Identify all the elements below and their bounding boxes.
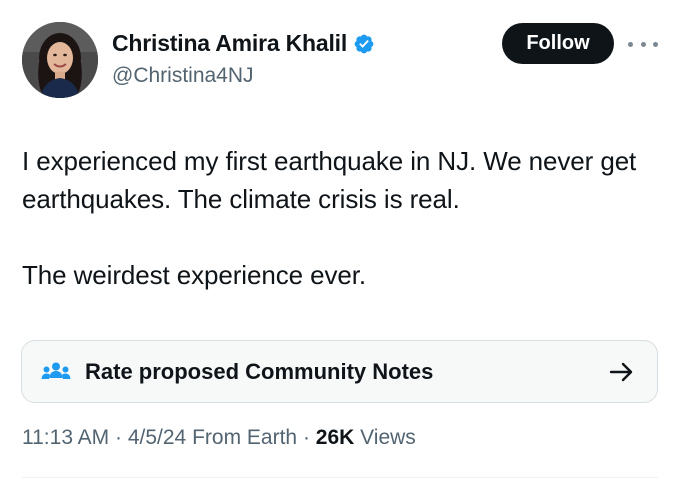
dot-icon (640, 41, 646, 47)
dot-icon (653, 41, 658, 47)
tweet-card: Christina Amira Khalil @Christina4NJ Fol… (0, 0, 680, 483)
author-name-row: Christina Amira Khalil (112, 30, 375, 57)
tweet-time[interactable]: 11:13 AM (22, 426, 109, 449)
more-horizontal-icon[interactable] (628, 36, 658, 52)
community-notes-label: Rate proposed Community Notes (85, 358, 434, 384)
tweet-paragraph: The weirdest experience ever. (22, 260, 366, 290)
avatar-image (22, 22, 98, 98)
community-notes-card[interactable]: Rate proposed Community Notes (21, 340, 658, 403)
verified-badge-icon[interactable] (353, 33, 375, 55)
meta-separator: · (297, 426, 316, 449)
meta-separator: · (109, 426, 128, 449)
tweet-text: I experienced my first earthquake in NJ.… (22, 142, 662, 294)
dot-icon (628, 41, 633, 47)
tweet-meta: 11:13 AM · 4/5/24 From Earth · 26K Views (22, 426, 416, 450)
people-icon (41, 361, 71, 383)
views-label[interactable]: Views (360, 426, 416, 449)
views-count[interactable]: 26K (316, 426, 355, 449)
avatar[interactable] (22, 22, 98, 98)
author-display-name[interactable]: Christina Amira Khalil (112, 30, 347, 57)
follow-button[interactable]: Follow (502, 23, 614, 64)
tweet-date[interactable]: 4/5/24 (128, 426, 186, 449)
author-handle[interactable]: @Christina4NJ (112, 64, 254, 88)
arrow-right-icon (609, 361, 635, 383)
divider (22, 477, 658, 478)
tweet-paragraph: I experienced my first earthquake in NJ.… (22, 146, 637, 214)
tweet-source: From Earth (192, 426, 298, 449)
